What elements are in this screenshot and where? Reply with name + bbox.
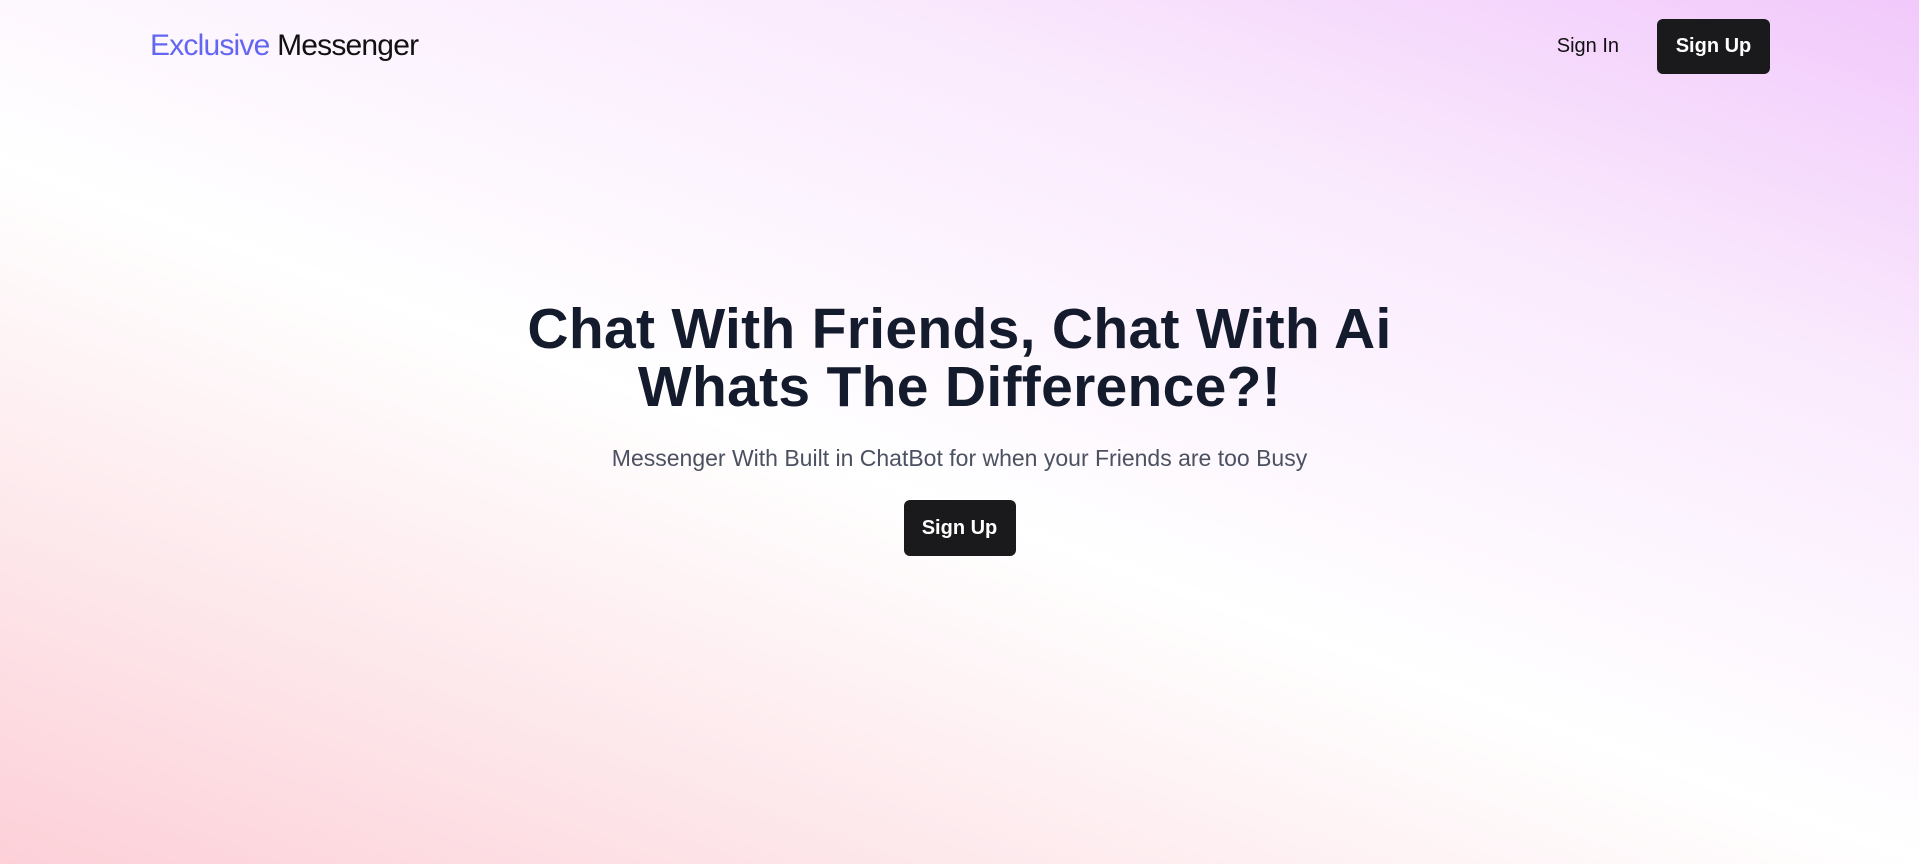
hero-title-line-2: Whats The Difference?!: [637, 355, 1282, 419]
landing-page: Exclusive Messenger Sign In Sign Up Chat…: [0, 0, 1919, 864]
sign-up-button[interactable]: Sign Up: [1657, 19, 1770, 74]
hero-title-line-1: Chat With Friends, Chat With Ai: [527, 297, 1392, 361]
brand-logo-accent: Exclusive: [150, 29, 270, 62]
brand-logo-main: Messenger: [277, 29, 419, 62]
hero-section: Chat With Friends, Chat With Ai Whats Th…: [0, 300, 1919, 556]
hero-sign-up-button[interactable]: Sign Up: [903, 500, 1016, 556]
hero-subtitle: Messenger With Built in ChatBot for when…: [611, 445, 1308, 471]
nav-actions: Sign In Sign Up: [1537, 19, 1770, 74]
sign-in-link[interactable]: Sign In: [1537, 21, 1639, 72]
brand-logo[interactable]: Exclusive Messenger: [150, 26, 419, 66]
hero-title: Chat With Friends, Chat With Ai Whats Th…: [0, 300, 1919, 416]
navbar: Exclusive Messenger Sign In Sign Up: [0, 0, 1919, 92]
